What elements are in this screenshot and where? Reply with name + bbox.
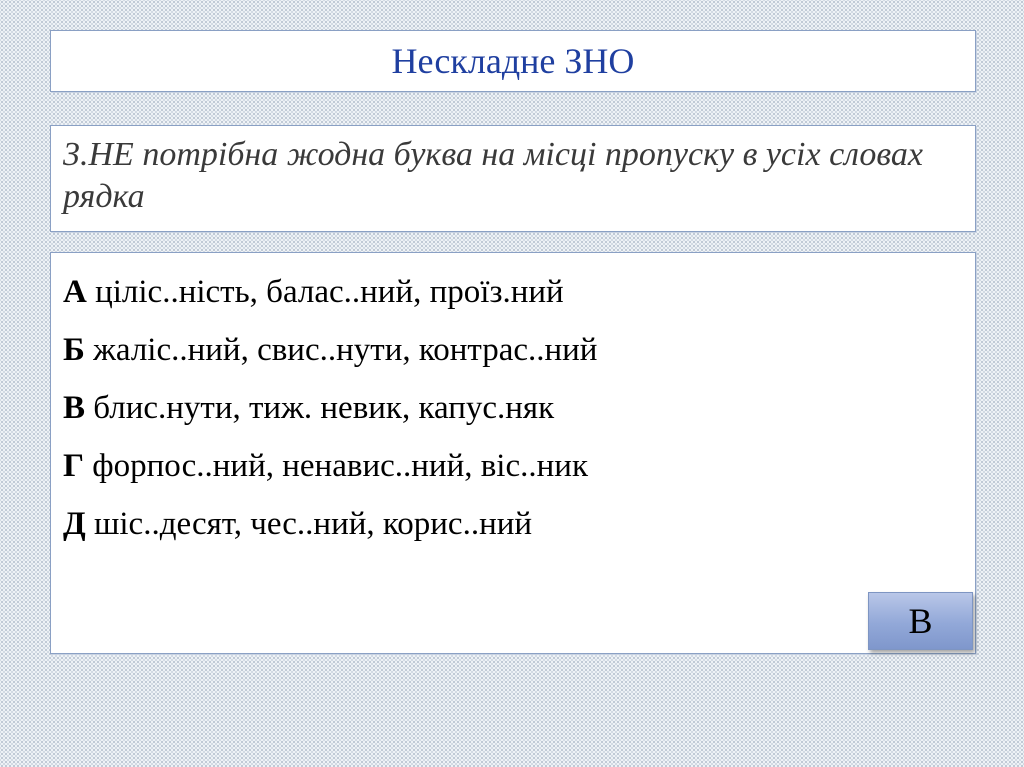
page-title: Нескладне ЗНО bbox=[391, 41, 635, 81]
answer-option-d: Д шіс..десят, чес..ний, корис..ний bbox=[63, 495, 963, 553]
show-answer-button[interactable]: В bbox=[868, 592, 973, 650]
answer-option-b: Б жаліс..ний, свис..нути, контрас..ний bbox=[63, 321, 963, 379]
answer-text: ціліс..ність, балас..ний, проїз.ний bbox=[95, 274, 564, 310]
question-box: 3.НЕ потрібна жодна буква на місці пропу… bbox=[50, 125, 976, 232]
title-box: Нескладне ЗНО bbox=[50, 30, 976, 92]
answer-option-v: В блис.нути, тиж. невик, капус.няк bbox=[63, 379, 963, 437]
answer-letter: Б bbox=[63, 332, 85, 368]
answer-option-a: А ціліс..ність, балас..ний, проїз.ний bbox=[63, 263, 963, 321]
answers-box: А ціліс..ність, балас..ний, проїз.ний Б … bbox=[50, 252, 976, 654]
question-text: 3.НЕ потрібна жодна буква на місці пропу… bbox=[63, 136, 924, 215]
answer-letter: Д bbox=[63, 506, 86, 542]
answer-text: жаліс..ний, свис..нути, контрас..ний bbox=[93, 332, 598, 368]
answer-letter: Г bbox=[63, 448, 84, 484]
answer-letter: А bbox=[63, 274, 87, 310]
answer-option-h: Г форпос..ний, ненавис..ний, віс..ник bbox=[63, 437, 963, 495]
answer-letter: В bbox=[63, 390, 86, 426]
answer-text: блис.нути, тиж. невик, капус.няк bbox=[93, 390, 555, 426]
answer-text: шіс..десят, чес..ний, корис..ний bbox=[93, 506, 533, 542]
answer-text: форпос..ний, ненавис..ний, віс..ник bbox=[92, 448, 588, 484]
